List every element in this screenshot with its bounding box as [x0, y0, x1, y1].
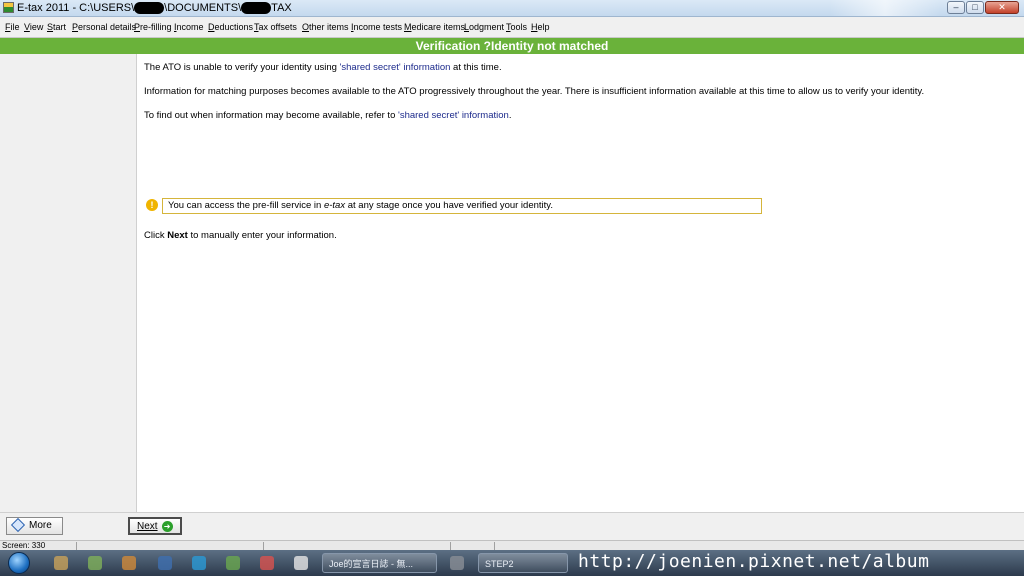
- title-mid: \DOCUMENTS\: [164, 2, 242, 14]
- paragraph-click-next: Click Next to manually enter your inform…: [144, 230, 337, 242]
- taskbar-item-step2[interactable]: STEP2: [478, 553, 568, 573]
- arrow-right-icon: ➜: [161, 520, 173, 532]
- title-bar: E-tax 2011 - C:\USERS\ \DOCUMENTS\ TAX – □…: [0, 0, 1024, 17]
- menu-deductions[interactable]: Deductions: [208, 17, 253, 37]
- exclamation-icon: !: [146, 199, 158, 211]
- page-title: Verification ?Identity not matched: [0, 38, 1024, 54]
- p1-text: The ATO is unable to verify your identit…: [144, 62, 340, 73]
- network-icon[interactable]: [226, 556, 240, 570]
- title-suffix: TAX: [271, 2, 292, 14]
- status-divider: [76, 542, 77, 550]
- button-bar: More Next ➜: [0, 512, 1024, 541]
- document-icon[interactable]: [294, 556, 308, 570]
- menu-pre-filling[interactable]: Pre-filling: [134, 17, 172, 37]
- prefill-notice: You can access the pre-fill service in e…: [162, 198, 762, 214]
- redacted-username: [134, 2, 165, 15]
- more-label: More: [29, 520, 52, 531]
- etax-app-icon: [3, 2, 14, 13]
- menu-lodgment[interactable]: Lodgment: [464, 17, 504, 37]
- menu-view[interactable]: View: [24, 17, 43, 37]
- window-icon[interactable]: [450, 556, 464, 570]
- status-divider: [494, 542, 495, 550]
- main-content: The ATO is unable to verify your identit…: [137, 54, 1024, 512]
- menu-other-items[interactable]: Other items: [302, 17, 349, 37]
- app-icon[interactable]: [158, 556, 172, 570]
- menu-help[interactable]: Help: [531, 17, 550, 37]
- notice-text: You can access the pre-fill service in: [168, 200, 324, 211]
- menu-medicare-items[interactable]: Medicare items: [404, 17, 465, 37]
- status-divider: [450, 542, 451, 550]
- menu-income[interactable]: Income: [174, 17, 204, 37]
- menu-tools[interactable]: Tools: [506, 17, 527, 37]
- menu-tax-offsets[interactable]: Tax offsets: [254, 17, 297, 37]
- menu-personal-details[interactable]: Personal details: [72, 17, 136, 37]
- p1-text-end: at this time.: [450, 62, 502, 73]
- shared-secret-link-2[interactable]: 'shared secret' information: [398, 110, 509, 121]
- more-button[interactable]: More: [6, 517, 63, 535]
- url-watermark: http://joenien.pixnet.net/album: [578, 551, 930, 572]
- next-label: Next: [137, 521, 158, 532]
- title-prefix: E-tax 2011 - C:\USERS\: [17, 2, 135, 14]
- start-button[interactable]: [8, 552, 30, 574]
- notice-text-end: at any stage once you have verified your…: [345, 200, 553, 211]
- click-next-bold: Next: [167, 230, 188, 241]
- paragraph-find-out: To find out when information may become …: [144, 110, 511, 122]
- menu-income-tests[interactable]: Income tests: [351, 17, 402, 37]
- close-button[interactable]: ✕: [985, 1, 1019, 14]
- redacted-folder: [241, 2, 272, 15]
- notice-etax: e-tax: [323, 200, 346, 211]
- maximize-button[interactable]: □: [966, 1, 984, 14]
- media-player-icon[interactable]: [122, 556, 136, 570]
- paragraph-matching-info: Information for matching purposes become…: [144, 86, 925, 97]
- window-title: E-tax 2011 - C:\USERS\ \DOCUMENTS\ TAX: [17, 1, 292, 15]
- paragraph-unable-verify: The ATO is unable to verify your identit…: [144, 62, 502, 74]
- p3-text: To find out when information may become …: [144, 110, 398, 121]
- click-text: Click: [144, 230, 168, 241]
- menu-file[interactable]: File: [5, 17, 20, 37]
- next-button[interactable]: Next ➜: [128, 517, 182, 535]
- click-text-end: to manually enter your information.: [187, 230, 337, 241]
- left-panel: [0, 54, 137, 512]
- photo-icon[interactable]: [88, 556, 102, 570]
- p3-text-end: .: [508, 110, 512, 121]
- diamond-icon: [10, 518, 26, 533]
- chrome-icon[interactable]: [260, 556, 274, 570]
- taskbar-item-blog[interactable]: Joe的宣言日誌 - 無...: [322, 553, 437, 573]
- skype-icon[interactable]: [192, 556, 206, 570]
- user-icon[interactable]: [54, 556, 68, 570]
- minimize-button[interactable]: –: [947, 1, 965, 14]
- menu-bar: File View Start Personal details Pre-fil…: [0, 17, 1024, 38]
- shared-secret-link[interactable]: 'shared secret' information: [340, 62, 451, 73]
- status-divider: [263, 542, 264, 550]
- menu-start[interactable]: Start: [47, 17, 66, 37]
- title-glow: [830, 0, 940, 16]
